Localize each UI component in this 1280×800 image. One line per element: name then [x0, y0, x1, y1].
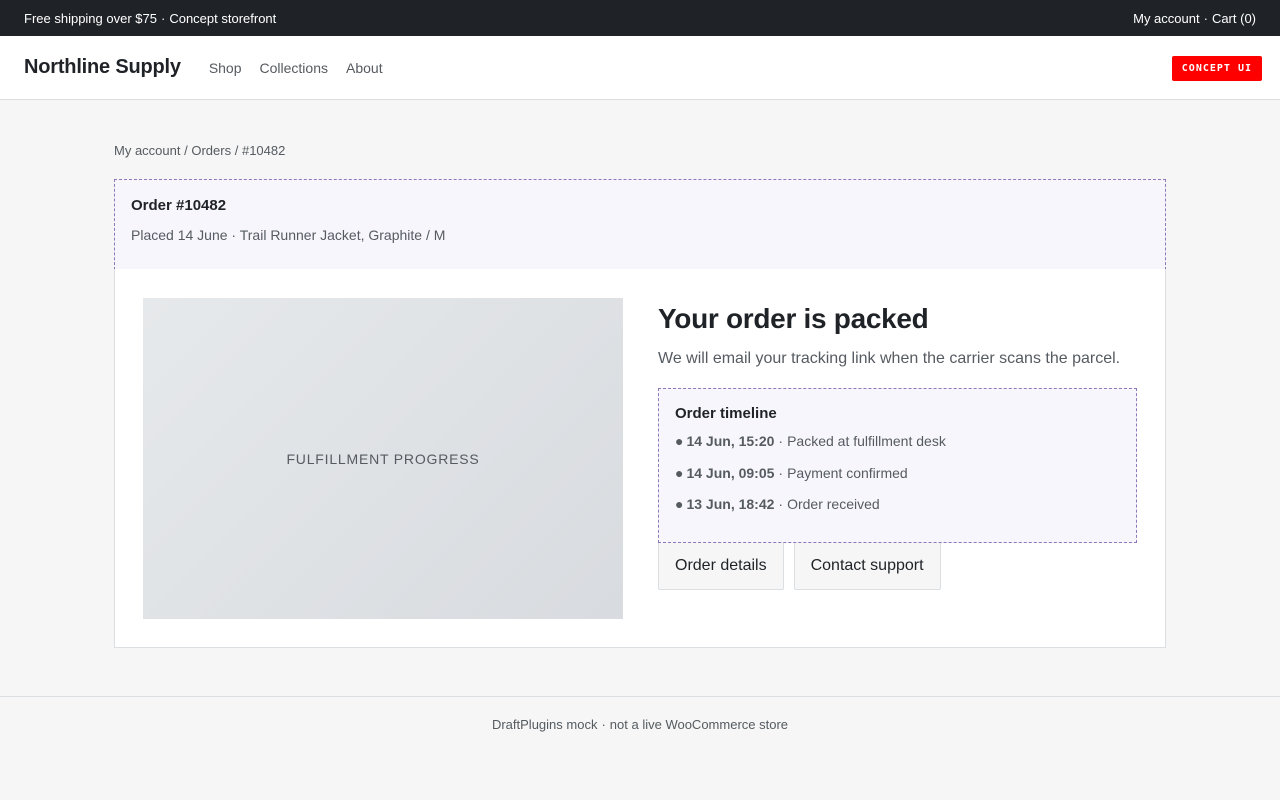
timeline-label: Payment confirmed	[787, 464, 908, 481]
timeline-time: 14 Jun, 09:05	[686, 464, 775, 481]
breadcrumb: My account / Orders / #10482	[114, 143, 285, 158]
status-content: Your order is packed We will email your …	[658, 303, 1138, 590]
timeline-event: ● 13 Jun, 18:42 · Order received	[675, 489, 1120, 521]
timeline-time: 13 Jun, 18:42	[686, 496, 775, 512]
fulfillment-progress-image: FULFILLMENT PROGRESS	[143, 298, 623, 619]
bullet-icon: ●	[675, 496, 684, 512]
topbar-links: My account · Cart (0)	[1133, 11, 1256, 26]
order-placed-date: Placed 14 June	[131, 227, 228, 243]
storefront-label: Concept storefront	[169, 10, 277, 26]
timeline-title: Order timeline	[675, 405, 777, 422]
order-meta: Placed 14 June · Trail Runner Jacket, Gr…	[131, 227, 1149, 243]
separator: ·	[778, 433, 784, 449]
separator: ·	[231, 227, 237, 243]
order-status-card: FULFILLMENT PROGRESS Your order is packe…	[114, 269, 1166, 648]
site-footer: DraftPlugins mock · not a live WooCommerce…	[0, 696, 1280, 800]
timeline-label: Packed at fulfillment desk	[787, 433, 946, 449]
separator: ·	[601, 717, 606, 732]
fulfillment-progress-label: FULFILLMENT PROGRESS	[286, 450, 480, 467]
separator: ·	[1203, 10, 1208, 26]
main-nav: Shop Collections About	[209, 60, 383, 76]
timeline-event: ● 14 Jun, 15:20 · Packed at fulfillment des…	[675, 426, 1120, 458]
separator: ·	[778, 496, 784, 512]
order-details-button[interactable]: Order details	[658, 543, 784, 590]
order-timeline: Order timeline ● 14 Jun, 15:20 · Packed at …	[658, 388, 1137, 543]
timeline-event: ● 14 Jun, 09:05 · Payment confirmed	[675, 458, 1120, 490]
nav-about[interactable]: About	[346, 60, 383, 76]
order-title: Order #10482	[131, 197, 227, 214]
brand-logo[interactable]: Northline Supply	[24, 56, 181, 79]
order-actions: Order details Contact support	[658, 543, 1138, 590]
footer-source: DraftPlugins mock	[491, 717, 598, 732]
timeline-time: 14 Jun, 15:20	[686, 433, 775, 449]
order-summary-panel: Order #10482 Placed 14 June · Trail Runn…	[114, 179, 1166, 270]
breadcrumb-separator: /	[234, 143, 239, 158]
breadcrumb-orders[interactable]: Orders	[191, 143, 231, 158]
concept-ui-badge: CONCEPT UI	[1171, 56, 1262, 81]
promo-text: Free shipping over $75 · Concept storefron…	[24, 11, 276, 26]
cart-link[interactable]: Cart (0)	[1212, 11, 1256, 26]
separator: ·	[160, 10, 166, 26]
order-item: Trail Runner Jacket, Graphite / M	[239, 227, 446, 243]
breadcrumb-separator: /	[184, 143, 188, 158]
nav-shop[interactable]: Shop	[209, 60, 242, 76]
top-announcement-bar: Free shipping over $75 · Concept storefron…	[0, 0, 1280, 36]
breadcrumb-current: #10482	[241, 143, 286, 158]
footer-disclaimer: not a live WooCommerce store	[609, 717, 789, 732]
timeline-label: Order received	[787, 496, 880, 512]
timeline-list: ● 14 Jun, 15:20 · Packed at fulfillment des…	[675, 426, 1120, 521]
shipping-promo: Free shipping over $75	[24, 10, 157, 26]
my-account-link[interactable]: My account	[1133, 11, 1199, 26]
site-header: Northline Supply Shop Collections About …	[0, 36, 1280, 100]
separator: ·	[778, 464, 784, 481]
status-subtitle: We will email your tracking link when th…	[658, 350, 1121, 367]
bullet-icon: ●	[675, 464, 684, 481]
nav-collections[interactable]: Collections	[260, 60, 328, 76]
breadcrumb-my-account[interactable]: My account	[114, 143, 180, 158]
contact-support-button[interactable]: Contact support	[793, 543, 941, 590]
bullet-icon: ●	[675, 433, 684, 449]
status-title: Your order is packed	[658, 303, 929, 334]
